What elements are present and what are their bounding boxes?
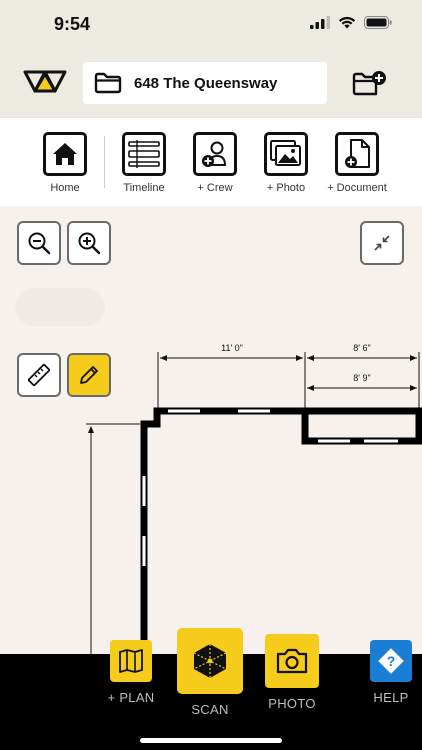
home-label: Home bbox=[50, 182, 80, 194]
battery-icon bbox=[364, 16, 392, 29]
scan-label: SCAN bbox=[191, 702, 229, 717]
scan-button[interactable]: SCAN bbox=[172, 628, 248, 717]
add-person-icon bbox=[193, 132, 237, 176]
dimension-label-top: 11' 0" bbox=[221, 343, 243, 353]
photos-icon bbox=[264, 132, 308, 176]
add-crew-label: + Crew bbox=[197, 182, 233, 194]
wifi-icon bbox=[338, 16, 356, 29]
app-header: 648 The Queensway bbox=[0, 52, 422, 118]
home-icon bbox=[43, 132, 87, 176]
help-label: HELP bbox=[373, 690, 409, 705]
timeline-button[interactable]: Timeline bbox=[104, 132, 184, 194]
home-indicator bbox=[140, 738, 282, 743]
project-name: 648 The Queensway bbox=[134, 74, 278, 92]
map-icon bbox=[110, 640, 152, 682]
svg-text:?: ? bbox=[387, 653, 396, 669]
help-button[interactable]: ? HELP bbox=[362, 640, 420, 705]
add-folder-icon[interactable] bbox=[352, 70, 388, 98]
scan-cube-icon bbox=[177, 628, 243, 694]
photo-button[interactable]: PHOTO bbox=[262, 634, 322, 711]
add-document-icon bbox=[335, 132, 379, 176]
cellular-signal-icon bbox=[310, 16, 330, 29]
add-crew-button[interactable]: + Crew bbox=[175, 132, 255, 194]
status-icons bbox=[310, 16, 392, 29]
dimension-labels: 11' 0" 8' 6" 8' 9" bbox=[221, 343, 371, 383]
photo-label: PHOTO bbox=[268, 696, 316, 711]
add-plan-button[interactable]: + PLAN bbox=[102, 640, 160, 705]
timeline-label: Timeline bbox=[123, 182, 165, 194]
folder-icon bbox=[94, 72, 122, 94]
project-selector[interactable]: 648 The Queensway bbox=[83, 62, 327, 104]
add-document-label: + Document bbox=[327, 182, 387, 194]
home-button[interactable]: Home bbox=[25, 132, 105, 194]
floorplan-canvas[interactable]: 11' 0" 8' 6" 8' 9" bbox=[0, 206, 422, 654]
add-photo-button[interactable]: + Photo bbox=[246, 132, 326, 194]
add-document-button[interactable]: + Document bbox=[317, 132, 397, 194]
dimension-label-right-lower: 8' 9" bbox=[353, 373, 370, 383]
bottom-nav: + PLAN SCAN PHOTO ? HELP bbox=[0, 628, 422, 750]
action-toolbar: Home Timeline + Crew + Photo + Document bbox=[0, 118, 422, 206]
dimension-label-right-upper: 8' 6" bbox=[353, 343, 370, 353]
add-photo-label: + Photo bbox=[266, 182, 306, 194]
help-icon: ? bbox=[370, 640, 412, 682]
add-plan-label: + PLAN bbox=[107, 690, 155, 705]
status-bar: 9:54 bbox=[0, 0, 422, 52]
timeline-icon bbox=[122, 132, 166, 176]
app-logo-icon[interactable] bbox=[23, 69, 67, 95]
camera-icon bbox=[265, 634, 319, 688]
floorplan-drawing: 11' 0" 8' 6" 8' 9" bbox=[86, 343, 422, 654]
status-time: 9:54 bbox=[54, 14, 91, 34]
